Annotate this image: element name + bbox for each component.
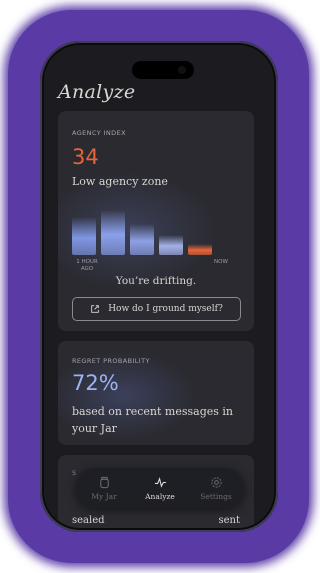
sent-label: sent [218,515,240,526]
tab-analyze-label: Analyze [145,491,175,501]
agency-index-card: AGENCY INDEX 34 Low agency zone 1 HOUR AG… [58,111,254,331]
dynamic-island [132,61,194,79]
tab-my-jar[interactable]: My Jar [79,476,129,501]
tab-settings[interactable]: Settings [191,476,241,501]
tab-analyze[interactable]: Analyze [135,476,185,501]
pulse-icon [154,476,166,488]
regret-label: REGRET PROBABILITY [72,357,150,365]
agency-bar [72,217,96,255]
tab-settings-label: Settings [200,491,232,501]
drift-status-text: You’re drifting. [115,275,197,287]
agency-bar [159,235,183,255]
agency-zone-text: Low agency zone [72,175,168,188]
agency-trend-bars [72,205,242,255]
ground-myself-label: How do I ground myself? [108,304,223,314]
regret-value: 72% [72,371,119,395]
partial-card-label: S [72,469,77,477]
axis-start-label: 1 HOUR AGO [76,259,98,272]
app-screen: Analyze AGENCY INDEX 34 Low agency zone … [44,45,274,528]
agency-index-label: AGENCY INDEX [72,129,126,137]
regret-probability-card: REGRET PROBABILITY 72% based on recent m… [58,341,254,445]
agency-bar [101,210,125,255]
page-title: Analyze [58,81,136,103]
ground-myself-button[interactable]: How do I ground myself? [72,297,241,321]
bottom-tab-bar: My Jar Analyze Settings [76,468,244,508]
agency-bar [188,244,212,255]
agency-bar [130,224,154,255]
camera-icon [178,66,186,74]
regret-description: based on recent messages in your Jar [72,405,234,435]
agency-index-value: 34 [72,145,99,169]
gear-icon [210,476,222,488]
phone-frame: Analyze AGENCY INDEX 34 Low agency zone … [40,41,278,532]
jar-icon [99,476,109,488]
sealed-label: sealed [72,515,105,526]
tab-my-jar-label: My Jar [91,491,117,501]
axis-end-label: NOW [214,259,228,265]
external-link-icon [91,305,99,313]
